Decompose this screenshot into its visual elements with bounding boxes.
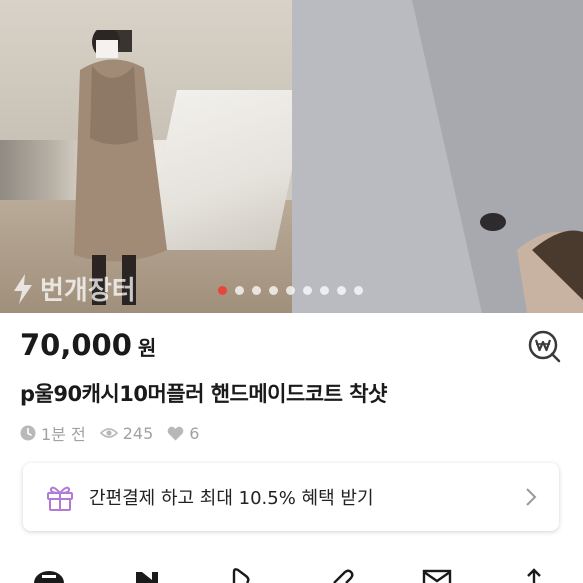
mail-icon[interactable] xyxy=(422,566,452,583)
eye-icon xyxy=(99,428,118,438)
watermark-text: 번개장터 xyxy=(40,276,136,306)
pagination-dot[interactable] xyxy=(303,286,312,295)
pagination-dot[interactable] xyxy=(218,286,227,295)
chevron-right-icon xyxy=(526,488,537,506)
pagination-dot[interactable] xyxy=(252,286,261,295)
product-photo-mirror-selfie[interactable] xyxy=(0,0,310,313)
easy-pay-banner[interactable]: 간편결제 하고 최대 10.5% 혜택 받기 xyxy=(23,463,559,531)
naver-icon[interactable] xyxy=(134,566,160,583)
link-icon[interactable] xyxy=(330,566,356,583)
won-search-icon[interactable] xyxy=(527,329,561,363)
posted-time: 1분 전 xyxy=(20,421,86,445)
brand-watermark: 번개장터 xyxy=(12,270,136,307)
pagination-dot[interactable] xyxy=(235,286,244,295)
gift-icon xyxy=(47,486,73,511)
pagination-dot[interactable] xyxy=(320,286,329,295)
currency-label: 원 xyxy=(137,336,157,360)
view-count-text: 245 xyxy=(122,423,154,443)
gallery-pagination-dots[interactable] xyxy=(218,286,363,295)
product-image-gallery[interactable]: 번개장터 xyxy=(0,0,583,313)
clock-icon xyxy=(20,425,36,441)
view-count: 245 xyxy=(99,423,154,443)
product-photo-coat-closeup[interactable] xyxy=(292,0,583,313)
like-count-text: 6 xyxy=(189,423,200,443)
talk-icon[interactable] xyxy=(33,566,65,583)
product-meta: 1분 전 245 6 xyxy=(20,421,213,445)
product-price: 70,000 xyxy=(20,328,132,362)
heart-icon xyxy=(167,426,184,440)
pagination-dot[interactable] xyxy=(354,286,363,295)
like-count: 6 xyxy=(167,424,199,443)
bottom-action-row xyxy=(0,566,583,583)
bolt-icon xyxy=(14,273,32,304)
pagination-dot[interactable] xyxy=(286,286,295,295)
easy-pay-banner-text: 간편결제 하고 최대 10.5% 혜택 받기 xyxy=(89,488,374,509)
pagination-dot[interactable] xyxy=(337,286,346,295)
band-icon[interactable] xyxy=(228,566,254,583)
price-row: 70,000 원 xyxy=(20,328,156,362)
share-icon[interactable] xyxy=(520,566,548,583)
posted-time-text: 1분 전 xyxy=(41,425,86,444)
product-title: p울90캐시10머플러 핸드메이드코트 착샷 xyxy=(20,382,387,406)
pagination-dot[interactable] xyxy=(269,286,278,295)
